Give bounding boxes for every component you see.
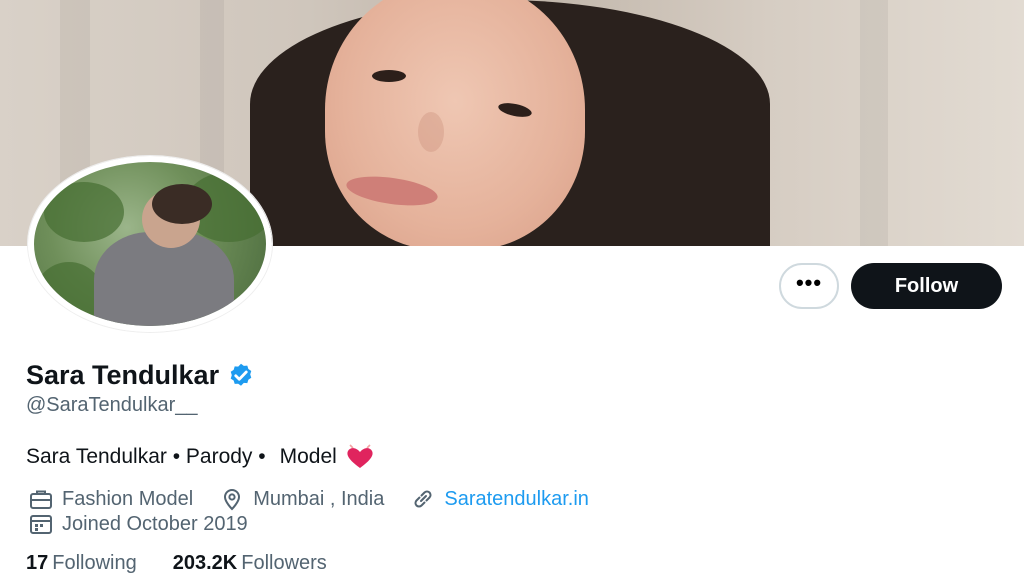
following-count: 17 xyxy=(26,552,49,574)
joined-text: Joined October 2019 xyxy=(62,512,248,535)
following-label: Following xyxy=(52,552,137,574)
profile-handle: @SaraTendulkar__ xyxy=(26,394,198,416)
verified-badge-icon[interactable] xyxy=(227,362,255,390)
profile-meta: Fashion Model Mumbai , India Saratendulk… xyxy=(28,487,615,511)
location-pin-icon xyxy=(224,489,241,511)
location-item: Mumbai , India xyxy=(219,487,384,511)
joined-row: Joined October 2019 xyxy=(28,512,274,536)
joined-item: Joined October 2019 xyxy=(28,512,248,536)
more-options-icon: ••• xyxy=(795,270,823,295)
display-name: Sara Tendulkar xyxy=(26,360,220,390)
link-icon xyxy=(414,490,432,508)
website-item[interactable]: Saratendulkar.in xyxy=(410,487,589,511)
profile-avatar[interactable] xyxy=(28,156,272,332)
category-item: Fashion Model xyxy=(28,487,193,511)
category-text: Fashion Model xyxy=(62,487,194,510)
briefcase-icon xyxy=(30,490,52,509)
heart-emoji-icon xyxy=(347,444,373,468)
followers-link[interactable]: 203.2K Followers xyxy=(173,552,327,575)
bio-text: Sara Tendulkar • Parody • xyxy=(26,445,266,468)
follow-button[interactable]: Follow xyxy=(851,263,1002,309)
location-text: Mumbai , India xyxy=(253,487,385,510)
profile-stats: 17 Following 203.2K Followers xyxy=(26,552,363,575)
calendar-icon xyxy=(30,515,52,534)
bio-text-model: Model xyxy=(279,445,337,468)
followers-label: Followers xyxy=(241,552,327,574)
following-link[interactable]: 17 Following xyxy=(26,552,137,575)
more-options-button[interactable]: ••• xyxy=(779,263,839,309)
website-link[interactable]: Saratendulkar.in xyxy=(444,488,589,511)
followers-count: 203.2K xyxy=(172,552,238,574)
profile-bio: Sara Tendulkar • Parody • Model xyxy=(26,444,375,470)
profile-name-row: Sara Tendulkar xyxy=(26,360,255,391)
